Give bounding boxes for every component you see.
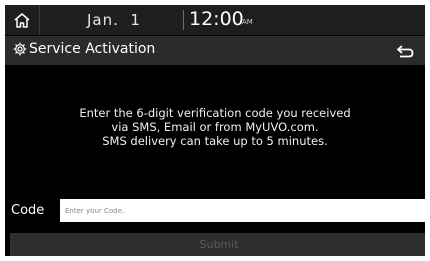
gear-icon — [13, 42, 27, 56]
message-line: SMS delivery can take up to 5 minutes. — [102, 134, 328, 148]
verification-message: Enter the 6-digit verification code you … — [5, 106, 425, 148]
status-divider — [183, 10, 184, 30]
status-date: Jan. 1 — [87, 11, 141, 29]
code-label: Code — [11, 203, 45, 218]
message-line: via SMS, Email or from MyUVO.com. — [111, 120, 319, 134]
status-time: 12:00 — [189, 8, 244, 30]
home-button[interactable] — [5, 5, 40, 35]
message-line: Enter the 6-digit verification code you … — [79, 106, 351, 120]
title-bar: Service Activation — [5, 36, 425, 65]
page-title: Service Activation — [29, 41, 156, 57]
head-unit-screen: Jan. 1 12:00 AM Service Activation Enter… — [5, 5, 425, 256]
code-input[interactable] — [60, 199, 425, 222]
home-icon — [14, 13, 30, 28]
submit-button[interactable]: Submit — [10, 233, 425, 256]
back-arrow-icon — [397, 44, 414, 57]
status-ampm: AM — [242, 18, 253, 26]
back-button[interactable] — [385, 36, 425, 65]
status-bar: Jan. 1 12:00 AM — [5, 5, 425, 35]
